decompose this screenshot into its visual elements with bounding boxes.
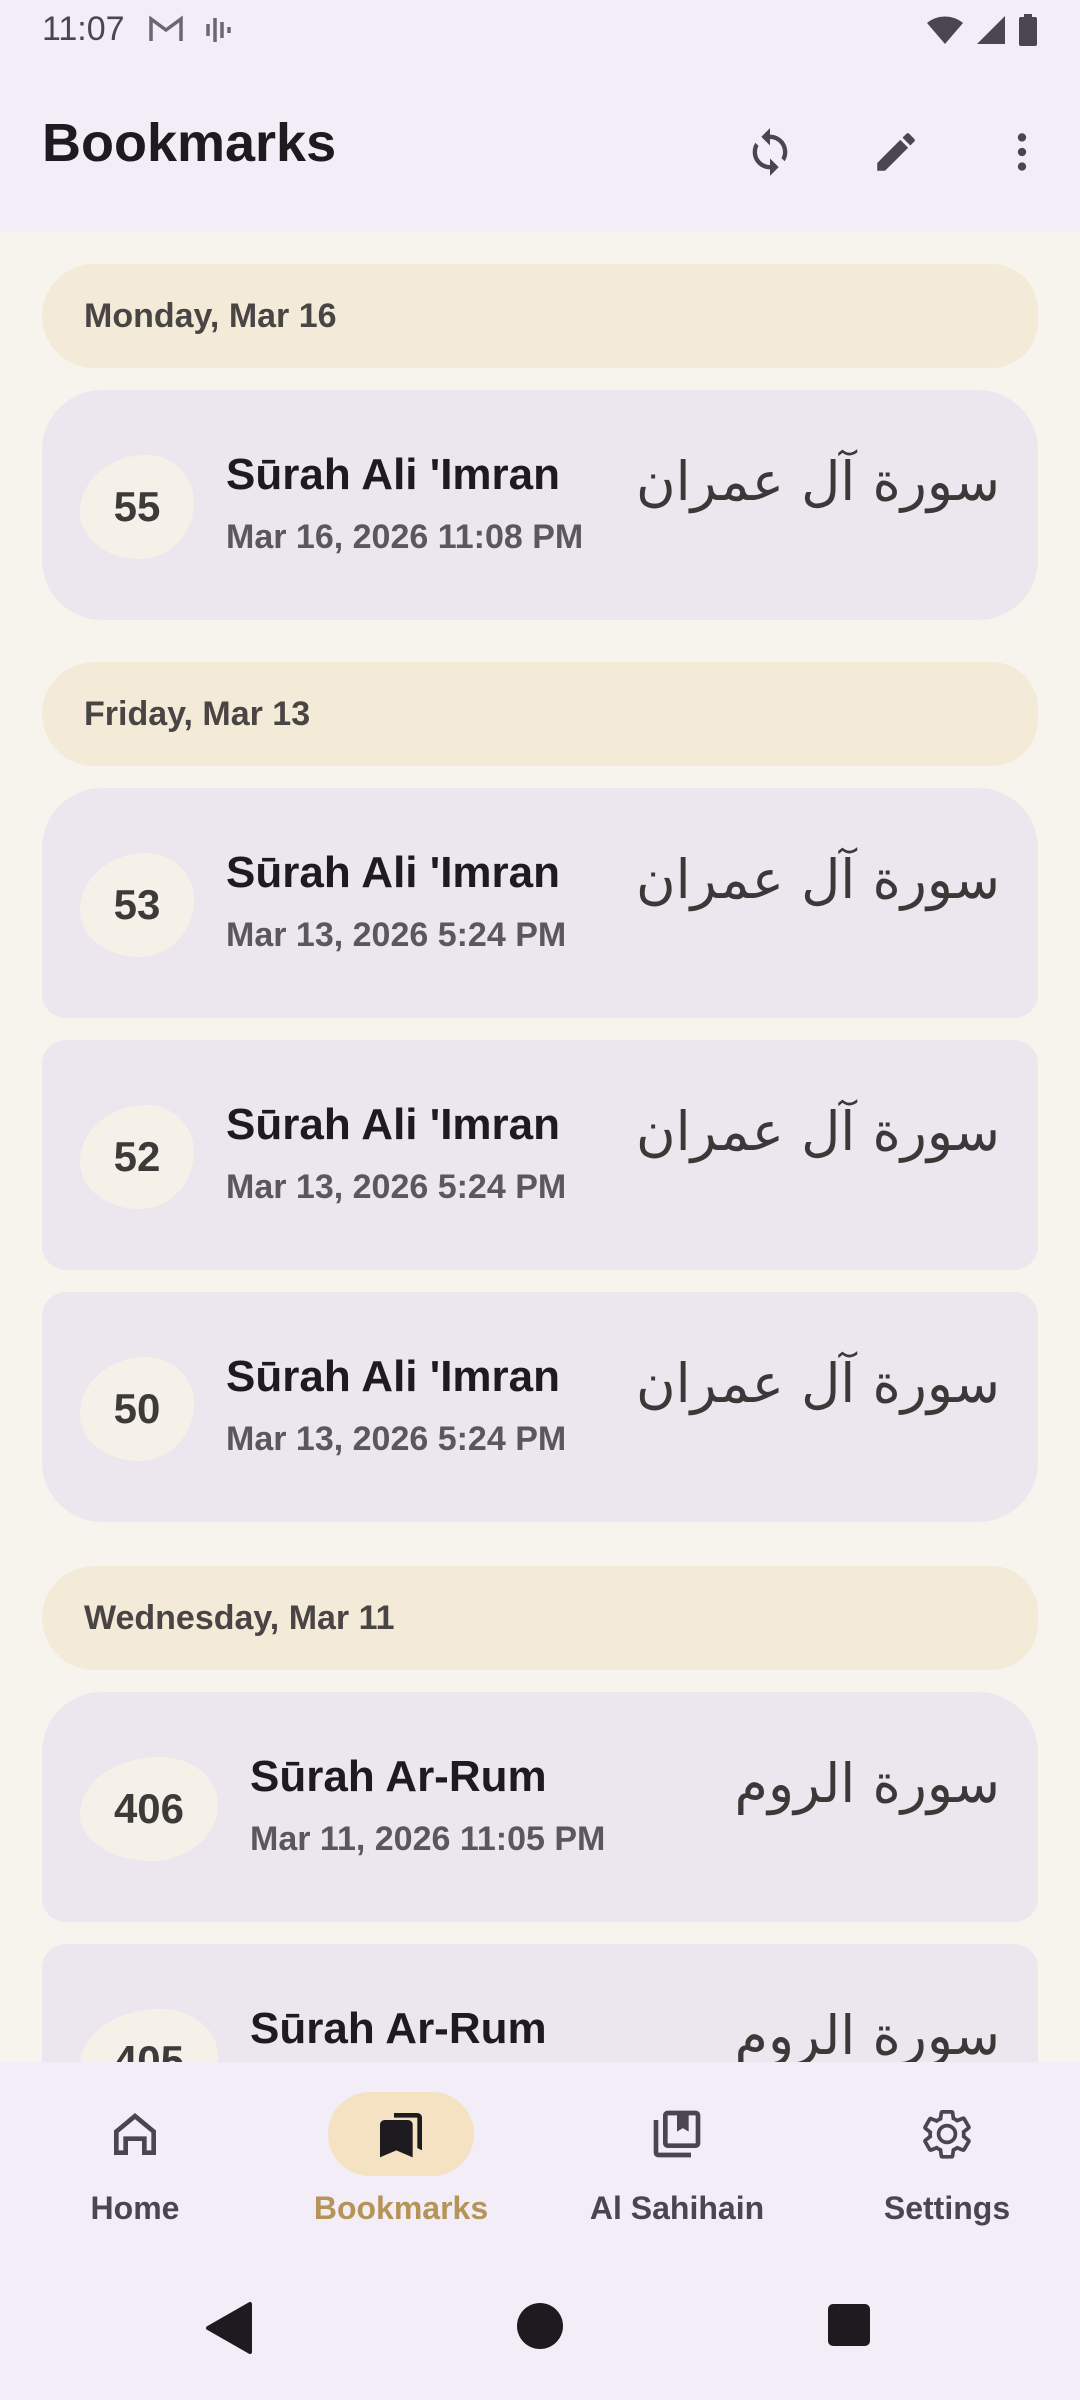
back-button[interactable]	[196, 2296, 260, 2365]
more-vert-icon	[1017, 133, 1027, 171]
arabic-surah-name: سورة آل عمران	[636, 450, 1000, 513]
bookmark-list[interactable]: Monday, Mar 16 55 Sūrah Ali 'Imran Mar 1…	[0, 232, 1080, 2062]
arabic-surah-name: سورة الروم	[734, 1752, 1000, 1815]
surah-title: Sūrah Ar-Rum	[250, 2004, 547, 2053]
top-app-bar: Bookmarks	[0, 62, 1080, 232]
surah-title: Sūrah Ali 'Imran	[226, 848, 561, 897]
recents-button[interactable]	[822, 2298, 878, 2359]
date-header: Wednesday, Mar 11	[42, 1566, 1038, 1670]
verse-number-badge: 50	[80, 1357, 194, 1461]
bookmark-card[interactable]: 406 Sūrah Ar-Rum Mar 11, 2026 11:05 PM س…	[42, 1692, 1038, 1922]
recents-square-icon	[828, 2304, 870, 2346]
bookmark-timestamp: Mar 13, 2026 5:24 PM	[226, 1420, 567, 1458]
pencil-icon	[877, 133, 915, 171]
nav-home[interactable]: Home	[0, 2092, 270, 2242]
bookmark-timestamp: Mar 13, 2026 5:24 PM	[226, 916, 567, 954]
date-header: Friday, Mar 13	[42, 662, 1038, 766]
gmail-icon	[148, 14, 184, 51]
verse-number-badge: 406	[80, 1757, 218, 1861]
book-bookmark-icon	[653, 2110, 701, 2158]
bookmark-timestamp: Mar 16, 2026 11:08 PM	[226, 518, 584, 556]
bookmark-timestamp: Mar 11, 2026 11:05 PM	[250, 1820, 606, 1858]
arabic-surah-name: سورة الروم	[734, 2004, 1000, 2062]
system-navigation-bar	[0, 2252, 1080, 2400]
nav-al-sahihain[interactable]: Al Sahihain	[542, 2092, 812, 2242]
home-system-button[interactable]	[510, 2296, 570, 2361]
home-circle-icon	[517, 2303, 563, 2349]
surah-title: Sūrah Ali 'Imran	[226, 1352, 561, 1401]
bottom-navigation: Home Bookmarks Al Sahihain Settings	[0, 2062, 1080, 2252]
verse-number-badge: 405	[80, 2009, 218, 2062]
bookmark-timestamp: Mar 13, 2026 5:24 PM	[226, 1168, 567, 1206]
sync-icon	[752, 128, 788, 176]
bookmark-card[interactable]: 405 Sūrah Ar-Rum سورة الروم	[42, 1944, 1038, 2062]
bookmark-card[interactable]: 52 Sūrah Ali 'Imran Mar 13, 2026 5:24 PM…	[42, 1040, 1038, 1270]
arabic-surah-name: سورة آل عمران	[636, 1100, 1000, 1163]
wifi-icon	[926, 15, 964, 50]
nav-bookmarks[interactable]: Bookmarks	[266, 2092, 536, 2242]
status-bar: 11:07	[0, 0, 1080, 62]
more-options-button[interactable]	[984, 114, 1060, 190]
verse-number-badge: 55	[80, 455, 194, 559]
bookmark-card[interactable]: 53 Sūrah Ali 'Imran Mar 13, 2026 5:24 PM…	[42, 788, 1038, 1018]
surah-title: Sūrah Ali 'Imran	[226, 450, 561, 499]
bookmarks-icon	[380, 2113, 422, 2158]
status-time: 11:07	[42, 10, 125, 48]
surah-title: Sūrah Ar-Rum	[250, 1752, 547, 1801]
gear-icon	[923, 2109, 971, 2159]
voice-icon	[204, 14, 234, 51]
bookmark-card[interactable]: 55 Sūrah Ali 'Imran Mar 16, 2026 11:08 P…	[42, 390, 1038, 620]
page-title: Bookmarks	[42, 113, 337, 173]
battery-icon	[1018, 14, 1038, 51]
home-icon	[114, 2113, 156, 2155]
edit-button[interactable]	[858, 114, 934, 190]
arabic-surah-name: سورة آل عمران	[636, 1352, 1000, 1415]
date-header: Monday, Mar 16	[42, 264, 1038, 368]
back-triangle-icon	[206, 2302, 252, 2354]
signal-icon	[976, 15, 1006, 50]
verse-number-badge: 53	[80, 853, 194, 957]
nav-active-indicator	[328, 2092, 474, 2176]
nav-settings[interactable]: Settings	[812, 2092, 1080, 2242]
arabic-surah-name: سورة آل عمران	[636, 848, 1000, 911]
sync-button[interactable]	[732, 114, 808, 190]
surah-title: Sūrah Ali 'Imran	[226, 1100, 561, 1149]
verse-number-badge: 52	[80, 1105, 194, 1209]
bookmark-card[interactable]: 50 Sūrah Ali 'Imran Mar 13, 2026 5:24 PM…	[42, 1292, 1038, 1522]
